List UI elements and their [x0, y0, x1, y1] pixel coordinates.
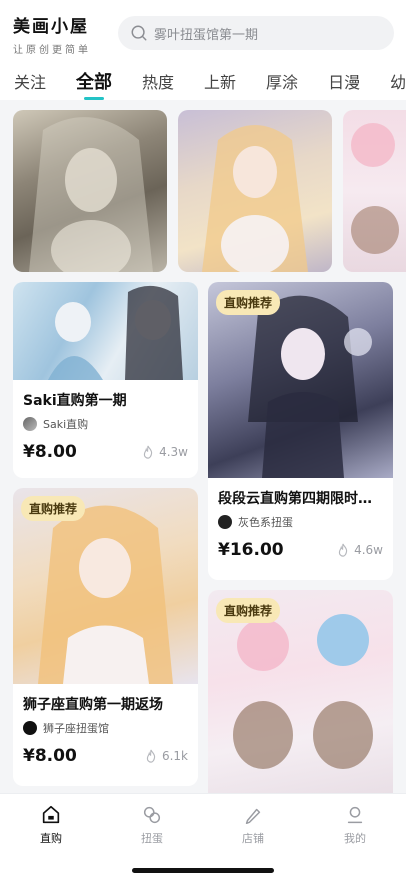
product-card[interactable]: 直购推荐 段段云直购第四期限时… 灰色系扭蛋 ¥16.00 4.6w: [208, 282, 393, 580]
home-icon: [42, 805, 60, 824]
recommended-badge: 直购推荐: [216, 290, 281, 315]
recommended-badge: 直购推荐: [21, 496, 86, 521]
flame-icon: [338, 543, 348, 557]
shop-avatar: [23, 417, 37, 431]
tab-following[interactable]: 关注: [14, 68, 46, 98]
featured-artwork-1[interactable]: [13, 110, 167, 272]
profile-icon: [347, 806, 363, 824]
flame-icon: [143, 445, 153, 459]
header: 美画小屋 让原创更简单 雾叶扭蛋馆第一期 关注 全部 热度 上新 厚涂 日漫 幼…: [0, 0, 406, 100]
search-bar[interactable]: 雾叶扭蛋馆第一期: [118, 16, 394, 50]
product-card[interactable]: 直购推荐 狮子座直购第一期返场 狮子座扭蛋馆 ¥8.00 6.1k: [13, 488, 198, 786]
featured-artwork-3[interactable]: [343, 110, 406, 272]
heat-value: 6.1k: [161, 749, 188, 763]
artwork-image: [48, 285, 183, 380]
app-screen: 美画小屋 让原创更简单 雾叶扭蛋馆第一期 关注 全部 热度 上新 厚涂 日漫 幼…: [0, 0, 406, 883]
search-icon: [131, 25, 147, 41]
tab-label: 厚涂: [266, 73, 299, 92]
shop-avatar: [23, 721, 37, 735]
app-title: 美画小屋: [13, 17, 89, 37]
home-indicator[interactable]: [132, 868, 274, 873]
tab-label: 幼儿: [390, 73, 406, 92]
tab-kids[interactable]: 幼儿: [390, 68, 406, 98]
nav-profile[interactable]: 我的: [325, 804, 385, 846]
product-title: 段段云直购第四期限时…: [218, 491, 372, 507]
shop-name: 灰色系扭蛋: [238, 516, 293, 529]
product-feed[interactable]: Saki直购第一期 Saki直购 ¥8.00 4.3w 直购推荐 段段云直购第四…: [0, 100, 406, 793]
heat-count: 4.6w: [336, 543, 383, 557]
app-logo[interactable]: 美画小屋 让原创更简单: [13, 12, 91, 56]
nav-capsule[interactable]: 扭蛋: [122, 804, 182, 846]
product-price: ¥16.00: [218, 540, 284, 560]
recommended-badge: 直购推荐: [216, 598, 281, 623]
card-footer: ¥16.00 4.6w: [218, 540, 383, 560]
tab-impasto[interactable]: 厚涂: [266, 68, 298, 98]
shop-info[interactable]: 灰色系扭蛋: [218, 514, 383, 530]
product-title: Saki直购第一期: [23, 393, 127, 409]
tab-label: 关注: [14, 73, 47, 92]
tab-hot[interactable]: 热度: [142, 68, 174, 98]
tab-label: 热度: [142, 73, 175, 92]
card-footer: ¥8.00 6.1k: [23, 746, 188, 766]
heat-value: 4.6w: [354, 543, 383, 557]
product-title: 狮子座直购第一期返场: [23, 697, 163, 713]
product-card[interactable]: 直购推荐: [208, 590, 393, 793]
tab-new[interactable]: 上新: [204, 68, 236, 98]
product-price: ¥8.00: [23, 442, 77, 462]
product-image: 直购推荐: [208, 590, 393, 793]
shop-avatar: [218, 515, 232, 529]
nav-shop[interactable]: 店铺: [223, 804, 283, 846]
artwork-image: [202, 125, 308, 272]
heat-value: 4.3w: [159, 445, 188, 459]
tab-label: 上新: [204, 73, 237, 92]
nav-label: 扭蛋: [141, 832, 163, 845]
nav-direct-buy[interactable]: 直购: [21, 804, 81, 846]
heat-count: 4.3w: [141, 445, 188, 459]
tab-label: 日漫: [328, 73, 361, 92]
nav-label: 我的: [344, 832, 366, 845]
search-placeholder: 雾叶扭蛋馆第一期: [154, 27, 259, 43]
product-image: 直购推荐: [13, 488, 198, 684]
nav-label: 店铺: [242, 832, 264, 845]
shop-info[interactable]: Saki直购: [23, 416, 188, 432]
product-card[interactable]: Saki直购第一期 Saki直购 ¥8.00 4.3w: [13, 282, 198, 478]
tab-all[interactable]: 全部: [76, 68, 113, 100]
app-slogan: 让原创更简单: [13, 45, 91, 56]
artwork-image: [29, 117, 153, 272]
heat-count: 6.1k: [144, 749, 188, 763]
shop-name: 狮子座扭蛋馆: [43, 722, 109, 735]
product-image: 直购推荐: [208, 282, 393, 478]
card-footer: ¥8.00 4.3w: [23, 442, 188, 462]
nav-label: 直购: [40, 832, 62, 845]
shop-name: Saki直购: [43, 418, 89, 431]
tab-label: 全部: [76, 72, 113, 93]
featured-artwork-2[interactable]: [178, 110, 332, 272]
shop-info[interactable]: 狮子座扭蛋馆: [23, 720, 188, 736]
category-tabs: 关注 全部 热度 上新 厚涂 日漫 幼儿: [0, 68, 406, 100]
artwork-image: [351, 123, 399, 254]
capsule-icon: [143, 806, 161, 824]
tab-anime[interactable]: 日漫: [328, 68, 360, 98]
product-price: ¥8.00: [23, 746, 77, 766]
pen-icon: [245, 808, 261, 824]
flame-icon: [146, 749, 156, 763]
product-image: [13, 282, 198, 380]
